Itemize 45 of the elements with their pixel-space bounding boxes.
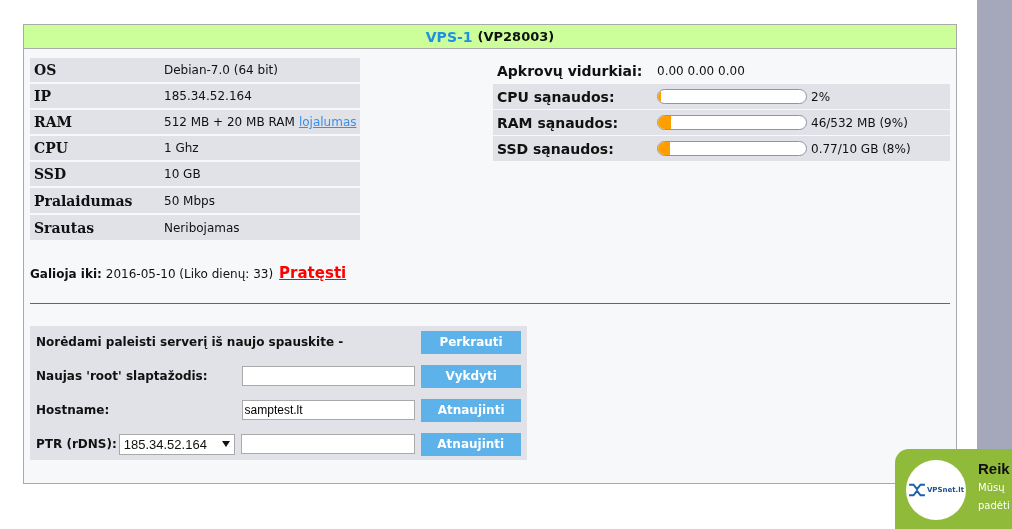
spec-value: 512 MB + 20 MB RAM lojalumas [164, 115, 357, 129]
action-button[interactable]: Atnaujinti [421, 398, 521, 422]
chat-text: padėti [978, 499, 1010, 513]
spec-label: OS [33, 62, 58, 78]
input-field[interactable] [240, 434, 415, 454]
spec-value: 1 Ghz [164, 141, 199, 155]
spec-label: IP [33, 88, 53, 104]
spec-label: Pralaidumas [33, 192, 134, 209]
action-label: Naujas 'root' slaptažodis: [36, 369, 209, 383]
spec-label: CPU [33, 140, 69, 156]
action-button[interactable]: Vykdyti [421, 364, 521, 388]
spec-value: Neribojamas [164, 220, 240, 235]
spec-value: 185.34.52.164 [164, 89, 252, 103]
server-name: VPS-1 [425, 28, 473, 45]
usage-label: CPU sąnaudos: [496, 88, 616, 105]
loyalty-link[interactable]: lojalumas [298, 115, 357, 129]
spec-label: Srautas [33, 219, 96, 236]
usage-reading: 46/532 MB (9%) [811, 115, 908, 130]
spec-value: 10 GB [164, 167, 201, 181]
expiry-value: 2016-05-10 (Liko dienų: 33) [105, 267, 274, 281]
input-field[interactable]: samptest.lt [241, 400, 416, 420]
logo-icon [907, 483, 926, 497]
server-code: (VP28003) [477, 29, 555, 44]
input-field[interactable] [241, 366, 416, 386]
caret-icon [221, 441, 230, 447]
action-label: Hostname: [36, 403, 111, 417]
usage-reading: 0.77/10 GB (8%) [811, 141, 911, 156]
chat-title: Reik [978, 460, 1010, 477]
action-button[interactable]: Perkrauti [421, 330, 521, 354]
spec-label: SSD [33, 166, 68, 182]
usage-label: RAM sąnaudos: [496, 114, 620, 131]
usage-label: SSD sąnaudos: [496, 140, 615, 157]
action-label: PTR (rDNS): [36, 437, 117, 451]
chat-text: Mūsų [978, 481, 1005, 495]
ip-dropdown[interactable]: 185.34.52.164 [118, 433, 235, 455]
spec-label: RAM [33, 114, 73, 130]
spec-value: 50 Mbps [164, 193, 215, 208]
usage-reading: 2% [811, 89, 831, 104]
expiry-label: Galioja iki: [30, 267, 102, 281]
spec-value: Debian-7.0 (64 bit) [164, 63, 278, 77]
load-value: 0.00 0.00 0.00 [657, 63, 745, 78]
action-label: Norėdami paleisti serverį iš naujo spauskite - [36, 335, 345, 349]
load-label: Apkrovų vidurkiai: [496, 62, 644, 79]
action-button[interactable]: Atnaujinti [420, 432, 521, 456]
renew-link[interactable]: Pratęsti [279, 264, 347, 282]
